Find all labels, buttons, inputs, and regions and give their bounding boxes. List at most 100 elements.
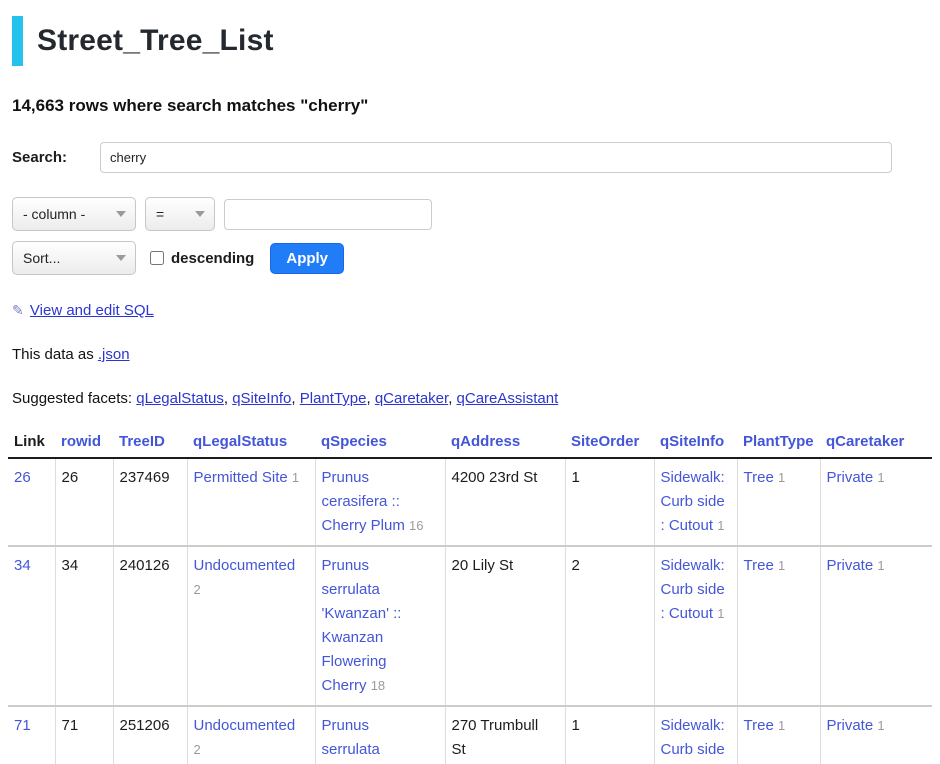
cell-qaddress: 4200 23rd St <box>445 458 565 546</box>
cell-qcaretaker-link[interactable]: Private <box>827 469 874 486</box>
cell-planttype-link[interactable]: Tree <box>744 717 774 734</box>
json-link[interactable]: .json <box>98 346 130 363</box>
search-input[interactable] <box>100 142 892 173</box>
table-header-row: Link rowid TreeID qLegalStatus qSpecies qAddr… <box>8 429 932 458</box>
descending-checkbox[interactable] <box>150 251 164 265</box>
facet-count: 1 <box>877 558 884 573</box>
search-label: Search: <box>12 149 100 166</box>
data-as-prefix: This data as <box>12 346 94 363</box>
cell-qlegalstatus: Undocumented 2 <box>187 706 315 764</box>
cell-qsiteinfo: Sidewalk: Curb side : Cutout 1 <box>654 546 737 706</box>
column-header-siteorder: SiteOrder <box>565 429 654 458</box>
page: Street_Tree_List 14,663 rows where searc… <box>0 16 940 764</box>
column-header-qlegalstatus: qLegalStatus <box>187 429 315 458</box>
column-select[interactable]: - column - <box>12 197 136 231</box>
facet-count: 1 <box>877 470 884 485</box>
facet-link-qsiteinfo[interactable]: qSiteInfo <box>232 390 291 407</box>
column-sort-link-siteorder[interactable]: SiteOrder <box>571 433 639 450</box>
column-header-qcaretaker: qCaretaker <box>820 429 932 458</box>
table-row: 7171251206Undocumented 2Prunus serrulata… <box>8 706 932 764</box>
cell-qsiteinfo-link[interactable]: Sidewalk: Curb side : Cutout <box>661 557 725 622</box>
cell-qcaretaker-link[interactable]: Private <box>827 717 874 734</box>
column-sort-link-qaddress[interactable]: qAddress <box>451 433 520 450</box>
column-header-link: Link <box>8 429 55 458</box>
column-sort-link-qsiteinfo[interactable]: qSiteInfo <box>660 433 724 450</box>
facet-link-qcareassistant[interactable]: qCareAssistant <box>457 390 559 407</box>
cell-qspecies-link[interactable]: Prunus cerasifera :: Cherry Plum <box>322 469 405 534</box>
cell-rowid: 71 <box>55 706 113 764</box>
sort-form: Sort... descending Apply <box>12 241 932 275</box>
sort-select[interactable]: Sort... <box>12 241 136 275</box>
cell-link: 26 <box>8 458 55 546</box>
facet-links: qLegalStatus, qSiteInfo, PlantType, qCar… <box>136 390 558 407</box>
cell-qaddress: 20 Lily St <box>445 546 565 706</box>
cell-treeid: 237469 <box>113 458 187 546</box>
view-edit-sql-link[interactable]: View and edit SQL <box>30 302 154 319</box>
facet-count: 1 <box>292 470 299 485</box>
cell-rowid: 26 <box>55 458 113 546</box>
suggested-facets-line: Suggested facets: qLegalStatus, qSiteInf… <box>12 390 932 407</box>
accent-bar <box>12 16 23 66</box>
cell-qlegalstatus: Permitted Site 1 <box>187 458 315 546</box>
row-link[interactable]: 26 <box>14 469 31 486</box>
cell-siteorder: 2 <box>565 546 654 706</box>
column-header-planttype: PlantType <box>737 429 820 458</box>
cell-qsiteinfo: Sidewalk: Curb side : Cutout 1 <box>654 458 737 546</box>
column-header-treeid: TreeID <box>113 429 187 458</box>
cell-qspecies: Prunus cerasifera :: Cherry Plum 16 <box>315 458 445 546</box>
operator-select-wrap: = <box>145 197 215 231</box>
cell-qsiteinfo-link[interactable]: Sidewalk: Curb side : Cutout <box>661 469 725 534</box>
column-sort-link-planttype[interactable]: PlantType <box>743 433 814 450</box>
cell-siteorder: 1 <box>565 458 654 546</box>
facet-count: 2 <box>194 742 201 757</box>
operator-select[interactable]: = <box>145 197 215 231</box>
table-row: 3434240126Undocumented 2Prunus serrulata… <box>8 546 932 706</box>
column-sort-link-qspecies[interactable]: qSpecies <box>321 433 387 450</box>
column-header-rowid: rowid <box>55 429 113 458</box>
cell-treeid: 251206 <box>113 706 187 764</box>
cell-qcaretaker-link[interactable]: Private <box>827 557 874 574</box>
cell-qlegalstatus-link[interactable]: Undocumented <box>194 557 296 574</box>
facet-link-qcaretaker[interactable]: qCaretaker <box>375 390 448 407</box>
cell-qlegalstatus-link[interactable]: Undocumented <box>194 717 296 734</box>
cell-qspecies: Prunus serrulata 'Kwanzan' :: Kwanzan Fl… <box>315 546 445 706</box>
cell-qcaretaker: Private 1 <box>820 458 932 546</box>
cell-qspecies-link[interactable]: Prunus serrulata 'Kwanzan' :: Kwanzan Fl… <box>322 557 402 694</box>
search-form: Search: <box>12 142 932 173</box>
row-count-summary: 14,663 rows where search matches "cherry… <box>12 96 932 116</box>
cell-qsiteinfo-link[interactable]: Sidewalk: Curb side : Cutout <box>661 717 725 764</box>
column-sort-link-qcaretaker[interactable]: qCaretaker <box>826 433 904 450</box>
cell-planttype: Tree 1 <box>737 546 820 706</box>
row-link[interactable]: 71 <box>14 717 31 734</box>
cell-qlegalstatus-link[interactable]: Permitted Site <box>194 469 288 486</box>
cell-qspecies-link[interactable]: Prunus serrulata 'Kwanzan' :: Kwanzan Fl… <box>322 717 402 764</box>
cell-planttype-link[interactable]: Tree <box>744 469 774 486</box>
column-header-qaddress: qAddress <box>445 429 565 458</box>
facet-link-planttype[interactable]: PlantType <box>300 390 367 407</box>
cell-qlegalstatus: Undocumented 2 <box>187 546 315 706</box>
filter-value-input[interactable] <box>224 199 432 230</box>
cell-planttype: Tree 1 <box>737 706 820 764</box>
cell-planttype: Tree 1 <box>737 458 820 546</box>
facet-count: 1 <box>717 606 724 621</box>
table-body: 2626237469Permitted Site 1Prunus cerasif… <box>8 458 932 764</box>
facets-prefix: Suggested facets: <box>12 390 132 407</box>
pencil-icon: ✎ <box>12 302 24 318</box>
apply-button[interactable]: Apply <box>270 243 344 274</box>
column-sort-link-rowid[interactable]: rowid <box>61 433 101 450</box>
facet-count: 18 <box>371 678 385 693</box>
cell-treeid: 240126 <box>113 546 187 706</box>
row-link[interactable]: 34 <box>14 557 31 574</box>
column-sort-link-treeid[interactable]: TreeID <box>119 433 165 450</box>
cell-link: 71 <box>8 706 55 764</box>
column-header-qspecies: qSpecies <box>315 429 445 458</box>
page-header: Street_Tree_List <box>12 16 932 66</box>
cell-planttype-link[interactable]: Tree <box>744 557 774 574</box>
cell-qcaretaker: Private 1 <box>820 706 932 764</box>
facet-count: 16 <box>409 518 423 533</box>
column-sort-link-qlegalstatus[interactable]: qLegalStatus <box>193 433 287 450</box>
table-row: 2626237469Permitted Site 1Prunus cerasif… <box>8 458 932 546</box>
facet-link-qlegalstatus[interactable]: qLegalStatus <box>136 390 224 407</box>
cell-qsiteinfo: Sidewalk: Curb side : Cutout 1 <box>654 706 737 764</box>
filter-form: - column - = <box>12 197 932 231</box>
